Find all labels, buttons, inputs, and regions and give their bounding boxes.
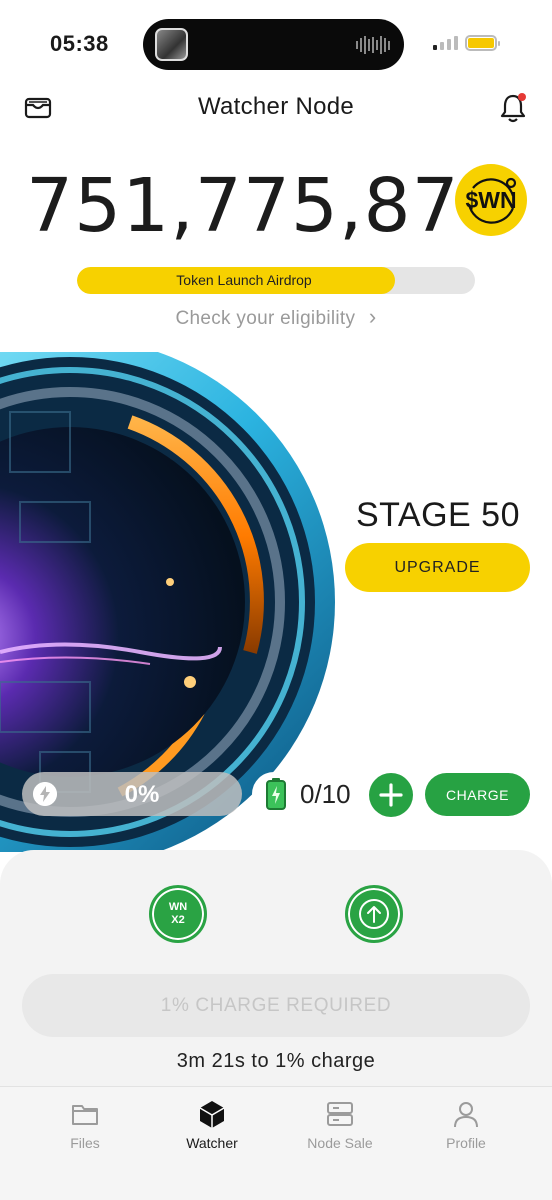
wn-x2-boost-button[interactable]: WN X2 <box>149 885 207 943</box>
charge-button[interactable]: CHARGE <box>425 773 530 816</box>
plus-icon <box>379 783 403 807</box>
audio-waveform-icon <box>356 35 390 55</box>
arrow-up-boost-button[interactable] <box>345 885 403 943</box>
airdrop-label: Token Launch Airdrop <box>176 272 312 288</box>
tab-files[interactable]: Files <box>30 1099 140 1151</box>
notification-bell-icon[interactable] <box>498 92 528 124</box>
add-battery-button[interactable] <box>369 773 413 817</box>
tab-node-sale[interactable]: Node Sale <box>285 1099 395 1151</box>
tab-label: Watcher <box>186 1135 238 1151</box>
battery-count: 0/10 <box>300 779 351 809</box>
wn-token-label: $WN <box>465 186 517 213</box>
cube-icon <box>199 1101 225 1128</box>
boost-line1: WN <box>168 901 188 913</box>
bottom-tab-bar: Files Watcher Node Sale Profile <box>0 1086 552 1200</box>
chevron-right-icon: › <box>368 304 377 329</box>
energy-percent: 0% <box>124 781 160 808</box>
person-icon <box>454 1102 478 1128</box>
airdrop-progress-bar[interactable]: Token Launch Airdrop <box>77 267 475 294</box>
wn-x2-label: WN X2 <box>169 901 187 927</box>
tab-profile[interactable]: Profile <box>411 1099 521 1151</box>
charge-required-button[interactable]: 1% CHARGE REQUIRED <box>22 974 530 1037</box>
energy-level-pill: 0% <box>22 772 242 816</box>
wn-token-badge: $WN <box>455 164 527 236</box>
charge-timer: 3m 21s to 1% charge <box>176 1050 376 1072</box>
stage-label: STAGE 50 <box>356 496 520 534</box>
tab-label: Profile <box>446 1135 486 1151</box>
eligibility-text: Check your eligibility <box>175 308 356 329</box>
arrow-up-icon <box>359 899 389 929</box>
lightning-bolt-icon <box>33 782 57 806</box>
check-eligibility-link[interactable]: Check your eligibility › <box>0 304 552 330</box>
boost-line2: X2 <box>171 914 185 926</box>
battery-icon <box>465 35 500 51</box>
server-icon <box>327 1102 353 1126</box>
dynamic-island <box>143 19 404 70</box>
now-playing-artwork <box>155 28 188 61</box>
folder-icon <box>72 1105 98 1125</box>
status-bar: 05:38 <box>0 0 552 80</box>
app-header: Watcher Node <box>0 86 552 130</box>
page-title: Watcher Node <box>197 93 355 120</box>
tab-label: Node Sale <box>307 1135 373 1151</box>
upgrade-button[interactable]: UPGRADE <box>345 543 530 592</box>
cellular-signal-icon <box>433 36 458 50</box>
tab-label: Files <box>70 1135 100 1151</box>
token-balance: 751,775,870 <box>26 163 508 249</box>
status-time: 05:38 <box>50 31 109 56</box>
green-battery-icon <box>266 778 286 810</box>
tab-watcher[interactable]: Watcher <box>157 1099 267 1151</box>
